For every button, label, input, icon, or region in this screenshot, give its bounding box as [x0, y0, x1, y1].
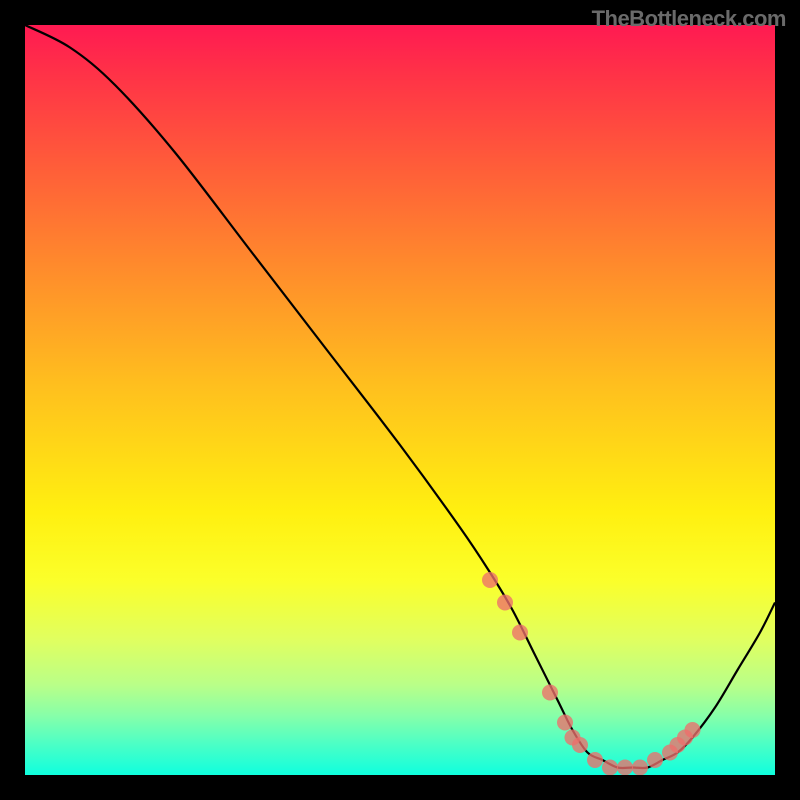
marker-point — [542, 685, 558, 701]
marker-point — [557, 715, 573, 731]
marker-point — [512, 625, 528, 641]
marker-point — [497, 595, 513, 611]
marker-point — [602, 760, 618, 776]
markers-group — [482, 572, 701, 775]
marker-point — [587, 752, 603, 768]
chart-container: TheBottleneck.com — [0, 0, 800, 800]
marker-point — [685, 722, 701, 738]
chart-svg — [25, 25, 775, 775]
main-curve-line — [25, 25, 775, 768]
curve-path — [25, 25, 775, 768]
marker-point — [617, 760, 633, 776]
marker-point — [632, 760, 648, 776]
watermark-text: TheBottleneck.com — [592, 6, 786, 32]
plot-area — [25, 25, 775, 775]
marker-point — [647, 752, 663, 768]
marker-point — [482, 572, 498, 588]
marker-point — [572, 737, 588, 753]
